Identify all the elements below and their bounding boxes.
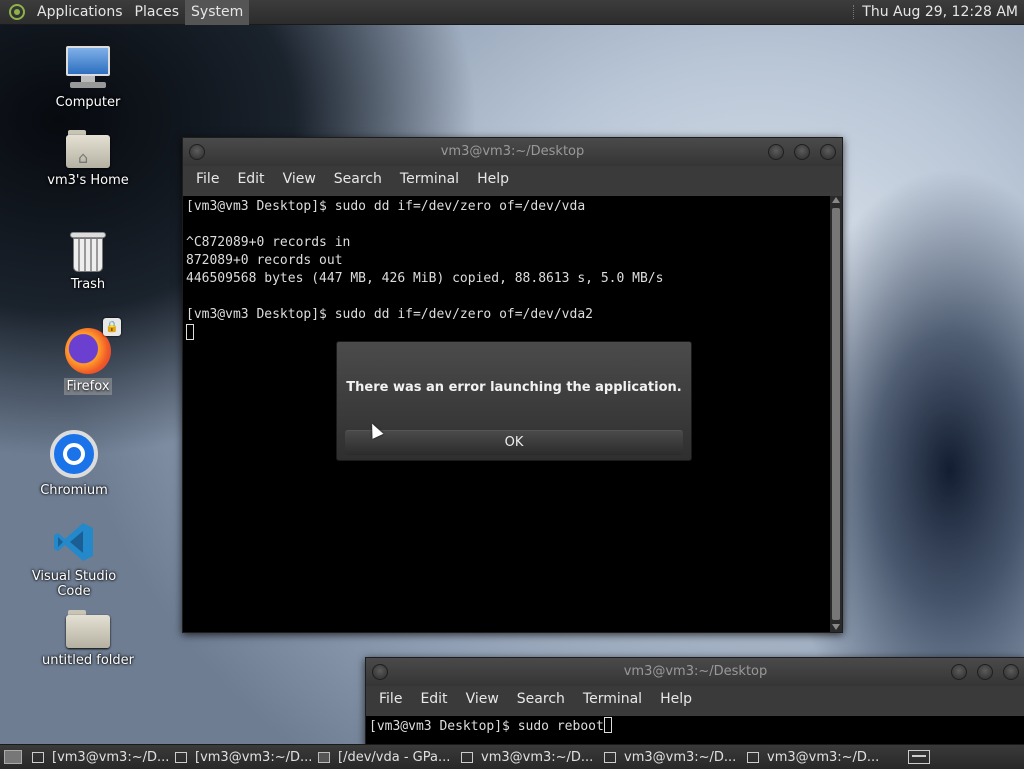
gparted-icon [318, 751, 330, 763]
terminal-line: [vm3@vm3 Desktop]$ sudo dd if=/dev/zero … [186, 307, 593, 322]
desktop-icon-vscode[interactable]: Visual Studio Code [14, 520, 134, 600]
menu-edit[interactable]: Edit [411, 691, 456, 707]
desktop-icon-label: Firefox [64, 378, 112, 395]
terminal-window-second[interactable]: vm3@vm3:~/Desktop File Edit View Search … [365, 657, 1024, 746]
vscode-icon [52, 520, 96, 564]
taskbar-item-label: vm3@vm3:~/D... [624, 749, 737, 765]
terminal-icon [175, 751, 187, 763]
text-cursor [186, 324, 194, 340]
menu-search[interactable]: Search [508, 691, 574, 707]
show-desktop-icon[interactable] [4, 750, 22, 764]
menu-help[interactable]: Help [468, 171, 518, 187]
maximize-icon[interactable] [794, 144, 810, 160]
home-folder-icon: ⌂ [66, 130, 110, 168]
desktop-icon-label: vm3's Home [47, 173, 129, 188]
terminal-menubar: File Edit View Search Terminal Help [366, 686, 1024, 712]
terminal-line: ^C872089+0 records in [186, 235, 351, 250]
scrollbar-thumb[interactable] [832, 208, 840, 620]
taskbar-item-label: vm3@vm3:~/D... [767, 749, 880, 765]
error-dialog: There was an error launching the applica… [336, 341, 692, 461]
window-titlebar[interactable]: vm3@vm3:~/Desktop [366, 658, 1024, 686]
terminal-icon [747, 751, 759, 763]
desktop-icon-untitled-folder[interactable]: untitled folder [28, 610, 148, 669]
desktop-icon-computer[interactable]: Computer [28, 46, 148, 111]
taskbar-item-label: [vm3@vm3:~/D... [195, 749, 311, 765]
terminal-scrollbar[interactable] [830, 196, 842, 632]
menu-applications[interactable]: Applications [31, 0, 129, 25]
error-message: There was an error launching the applica… [346, 380, 682, 395]
window-titlebar[interactable]: vm3@vm3:~/Desktop [183, 138, 842, 166]
terminal-line: 446509568 bytes (447 MB, 426 MiB) copied… [186, 271, 664, 286]
scroll-up-icon[interactable] [832, 197, 840, 203]
terminal-icon [604, 751, 616, 763]
taskbar-item[interactable]: vm3@vm3:~/D... [457, 747, 597, 767]
menu-help[interactable]: Help [651, 691, 701, 707]
lock-icon: 🔒 [103, 318, 121, 336]
menu-terminal[interactable]: Terminal [391, 171, 468, 187]
terminal-line: [vm3@vm3 Desktop]$ sudo reboot [366, 717, 1024, 735]
menu-places[interactable]: Places [129, 0, 186, 25]
menu-view[interactable]: View [274, 171, 325, 187]
taskbar-item[interactable]: [vm3@vm3:~/D... [28, 747, 168, 767]
menu-file[interactable]: File [187, 171, 228, 187]
terminal-prompt-text: [vm3@vm3 Desktop]$ sudo reboot [369, 719, 604, 734]
menu-edit[interactable]: Edit [228, 171, 273, 187]
minimize-icon[interactable] [951, 664, 967, 680]
desktop-icon-label: Computer [55, 95, 121, 110]
distro-logo-icon[interactable] [9, 4, 25, 20]
taskbar-item-label: [/dev/vda - GPa... [338, 749, 451, 765]
taskbar-item-label: vm3@vm3:~/D... [481, 749, 594, 765]
folder-icon [66, 610, 110, 648]
menu-file[interactable]: File [370, 691, 411, 707]
text-cursor [603, 717, 612, 733]
terminal-line: 872089+0 records out [186, 253, 343, 268]
desktop-icon-chromium[interactable]: Chromium [14, 430, 134, 499]
taskbar-item[interactable]: [vm3@vm3:~/D... [171, 747, 311, 767]
top-panel: Applications Places System Thu Aug 29, 1… [0, 0, 1024, 25]
window-title: vm3@vm3:~/Desktop [440, 144, 585, 159]
close-icon[interactable] [820, 144, 836, 160]
ok-button[interactable]: OK [345, 430, 683, 455]
computer-icon [64, 46, 112, 90]
terminal-icon [461, 751, 473, 763]
desktop-icon-home[interactable]: ⌂ vm3's Home [28, 130, 148, 189]
terminal-line: [vm3@vm3 Desktop]$ sudo dd if=/dev/zero … [186, 199, 586, 214]
window-title: vm3@vm3:~/Desktop [623, 664, 768, 679]
desktop-icon-firefox[interactable]: Firefox [28, 328, 148, 395]
menu-system[interactable]: System [185, 0, 250, 25]
terminal-icon [32, 751, 44, 763]
clock[interactable]: Thu Aug 29, 12:28 AM [862, 4, 1018, 20]
taskbar-item[interactable]: vm3@vm3:~/D... [600, 747, 740, 767]
workspace-switcher-icon[interactable] [908, 750, 930, 764]
terminal-output[interactable]: [vm3@vm3 Desktop]$ sudo reboot [366, 716, 1024, 745]
desktop-icon-label: Chromium [40, 483, 108, 498]
taskbar-item[interactable]: [/dev/vda - GPa... [314, 747, 454, 767]
trash-icon [70, 230, 106, 272]
taskbar-item[interactable]: vm3@vm3:~/D... [743, 747, 883, 767]
menu-view[interactable]: View [457, 691, 508, 707]
taskbar-item-label: [vm3@vm3:~/D... [52, 749, 168, 765]
bottom-taskbar: [vm3@vm3:~/D... [vm3@vm3:~/D... [/dev/vd… [0, 744, 1024, 769]
desktop-icon-label: untitled folder [41, 653, 134, 668]
chromium-icon [50, 430, 98, 478]
panel-separator [853, 5, 856, 19]
close-icon[interactable] [1003, 664, 1019, 680]
menu-search[interactable]: Search [325, 171, 391, 187]
desktop-icon-trash[interactable]: Trash [28, 230, 148, 293]
minimize-icon[interactable] [768, 144, 784, 160]
menu-terminal[interactable]: Terminal [574, 691, 651, 707]
maximize-icon[interactable] [977, 664, 993, 680]
desktop-icon-label: Trash [70, 277, 106, 292]
terminal-cursor-line [183, 324, 842, 342]
desktop-icon-label: Visual Studio Code [31, 569, 117, 599]
terminal-menubar: File Edit View Search Terminal Help [183, 166, 842, 192]
scroll-down-icon[interactable] [832, 624, 840, 630]
